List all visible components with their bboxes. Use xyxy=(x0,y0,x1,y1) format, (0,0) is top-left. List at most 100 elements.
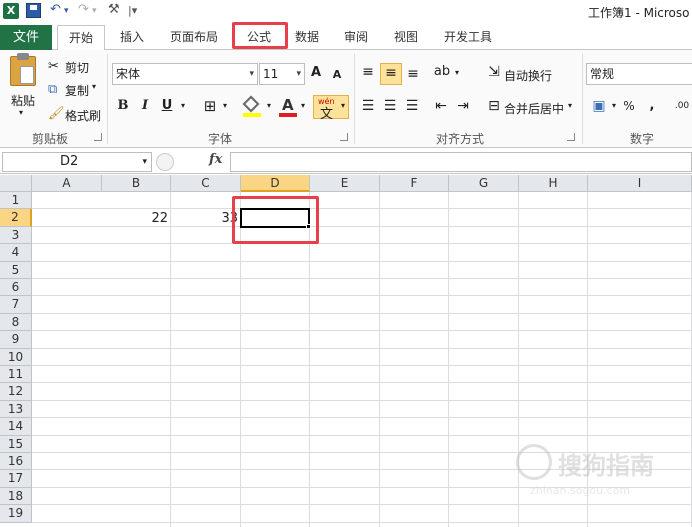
formula-input[interactable] xyxy=(230,152,692,172)
font-color-icon[interactable]: A xyxy=(279,96,297,118)
redo-dropdown-icon[interactable]: ▾ xyxy=(92,6,97,16)
redo-icon[interactable]: ↷ xyxy=(78,2,89,17)
formula-bar-expand-icon[interactable] xyxy=(156,153,174,171)
row-header-4[interactable]: 4 xyxy=(0,244,32,262)
align-middle-icon[interactable]: ≡ xyxy=(380,63,402,85)
name-box[interactable]: D2 ▾ xyxy=(2,152,152,172)
orientation-dropdown-icon[interactable]: ▾ xyxy=(452,63,462,85)
merge-center-button[interactable]: 合并后居中 xyxy=(504,100,564,117)
align-left-icon[interactable]: ☰ xyxy=(360,96,376,118)
column-header-d[interactable]: D xyxy=(241,175,310,192)
cut-icon[interactable]: ✂ xyxy=(48,59,59,74)
paste-icon[interactable] xyxy=(10,53,36,86)
borders-dropdown-icon[interactable]: ▾ xyxy=(220,96,230,118)
column-header-a[interactable]: A xyxy=(32,175,102,192)
cut-button[interactable]: 剪切 xyxy=(65,59,89,76)
undo-dropdown-icon[interactable]: ▾ xyxy=(64,6,69,16)
borders-icon[interactable]: ⊞ xyxy=(201,96,219,118)
tab-home[interactable]: 开始 xyxy=(57,25,105,51)
paste-dropdown-icon[interactable]: ▾ xyxy=(19,108,23,117)
percent-style-button[interactable]: % xyxy=(622,96,636,118)
save-icon[interactable] xyxy=(26,3,41,18)
number-format-select[interactable]: 常规 xyxy=(586,63,692,85)
row-header-7[interactable]: 7 xyxy=(0,296,32,314)
select-all-corner[interactable] xyxy=(0,175,32,192)
row-header-13[interactable]: 13 xyxy=(0,400,32,419)
underline-dropdown-icon[interactable]: ▾ xyxy=(178,96,188,118)
align-center-icon[interactable]: ☰ xyxy=(382,96,398,118)
tab-review[interactable]: 审阅 xyxy=(336,25,376,50)
paste-button[interactable]: 粘贴 xyxy=(11,92,35,109)
font-size-select[interactable]: 11 ▾ xyxy=(259,63,305,85)
wrap-text-button[interactable]: 自动换行 xyxy=(504,67,552,84)
fill-color-dropdown-icon[interactable]: ▾ xyxy=(264,96,274,118)
row-header-10[interactable]: 10 xyxy=(0,348,32,366)
format-painter-icon[interactable]: 🖌 xyxy=(48,106,65,121)
tab-file[interactable]: 文件 xyxy=(0,25,52,50)
row-header-3[interactable]: 3 xyxy=(0,226,32,245)
copy-button[interactable]: 复制 xyxy=(65,82,89,99)
column-header-g[interactable]: G xyxy=(449,175,519,192)
copy-icon[interactable]: ⧉ xyxy=(48,82,57,97)
bold-button[interactable]: B xyxy=(116,96,130,118)
column-header-h[interactable]: H xyxy=(519,175,588,192)
row-header-8[interactable]: 8 xyxy=(0,313,32,332)
row-header-2[interactable]: 2 xyxy=(0,209,32,227)
row-header-19[interactable]: 19 xyxy=(0,505,32,523)
align-bottom-icon[interactable]: ≡ xyxy=(405,64,421,86)
tab-insert[interactable]: 插入 xyxy=(110,25,154,50)
increase-decimal-icon[interactable]: .00 xyxy=(672,96,692,118)
row-header-17[interactable]: 17 xyxy=(0,470,32,488)
font-launcher-icon[interactable] xyxy=(340,133,348,141)
shrink-font-button[interactable]: A xyxy=(331,65,343,87)
row-header-5[interactable]: 5 xyxy=(0,261,32,279)
column-header-e[interactable]: E xyxy=(310,175,380,192)
row-header-18[interactable]: 18 xyxy=(0,487,32,506)
increase-indent-icon[interactable]: ⇥ xyxy=(455,96,471,118)
fill-color-icon[interactable] xyxy=(242,95,261,117)
tab-data[interactable]: 数据 xyxy=(287,25,327,50)
merge-center-icon[interactable]: ⊟ xyxy=(486,96,502,118)
clipboard-launcher-icon[interactable] xyxy=(94,133,102,141)
copy-dropdown-icon[interactable]: ▾ xyxy=(92,82,96,91)
column-header-b[interactable]: B xyxy=(102,175,171,192)
column-header-c[interactable]: C xyxy=(171,175,241,192)
column-header-i[interactable]: I xyxy=(588,175,692,192)
tab-developer[interactable]: 开发工具 xyxy=(437,25,499,50)
insert-function-icon[interactable]: fx xyxy=(209,152,222,167)
align-right-icon[interactable]: ☰ xyxy=(404,96,420,118)
tab-view[interactable]: 视图 xyxy=(386,25,426,50)
accounting-format-icon[interactable]: ▣ xyxy=(590,96,608,118)
alignment-launcher-icon[interactable] xyxy=(567,133,575,141)
underline-button[interactable]: U xyxy=(160,96,174,118)
custom-tool-icon[interactable]: ⚒ xyxy=(108,2,120,17)
tab-page-layout[interactable]: 页面布局 xyxy=(163,25,225,50)
customize-qat-icon[interactable]: |▾ xyxy=(128,4,137,17)
grow-font-button[interactable]: A xyxy=(309,63,323,85)
row-header-6[interactable]: 6 xyxy=(0,279,32,297)
cell-c2[interactable]: 33 xyxy=(171,210,238,227)
row-header-12[interactable]: 12 xyxy=(0,383,32,401)
row-header-14[interactable]: 14 xyxy=(0,418,32,436)
excel-app-icon[interactable]: X xyxy=(3,3,19,19)
row-header-15[interactable]: 15 xyxy=(0,435,32,453)
comma-style-button[interactable]: , xyxy=(647,96,657,118)
undo-icon[interactable]: ↶ xyxy=(50,2,61,17)
accounting-dropdown-icon[interactable]: ▾ xyxy=(609,96,619,118)
row-header-9[interactable]: 9 xyxy=(0,331,32,349)
wrap-text-icon[interactable]: ⇲ xyxy=(486,62,502,84)
font-color-dropdown-icon[interactable]: ▾ xyxy=(298,96,308,118)
phonetic-guide-button[interactable]: wén 文 ▾ xyxy=(313,95,349,122)
font-name-select[interactable]: 宋体 ▾ xyxy=(112,63,258,85)
row-header-11[interactable]: 11 xyxy=(0,366,32,384)
decrease-indent-icon[interactable]: ⇤ xyxy=(433,96,449,118)
row-header-1[interactable]: 1 xyxy=(0,192,32,210)
orientation-icon[interactable]: ab xyxy=(433,62,451,84)
row-header-16[interactable]: 16 xyxy=(0,453,32,471)
format-painter-button[interactable]: 格式刷 xyxy=(65,107,101,124)
cell-b2[interactable]: 22 xyxy=(102,210,168,227)
italic-button[interactable]: I xyxy=(138,96,152,118)
merge-dropdown-icon[interactable]: ▾ xyxy=(568,101,572,110)
align-top-icon[interactable]: ≡ xyxy=(360,62,376,84)
column-header-f[interactable]: F xyxy=(380,175,449,192)
